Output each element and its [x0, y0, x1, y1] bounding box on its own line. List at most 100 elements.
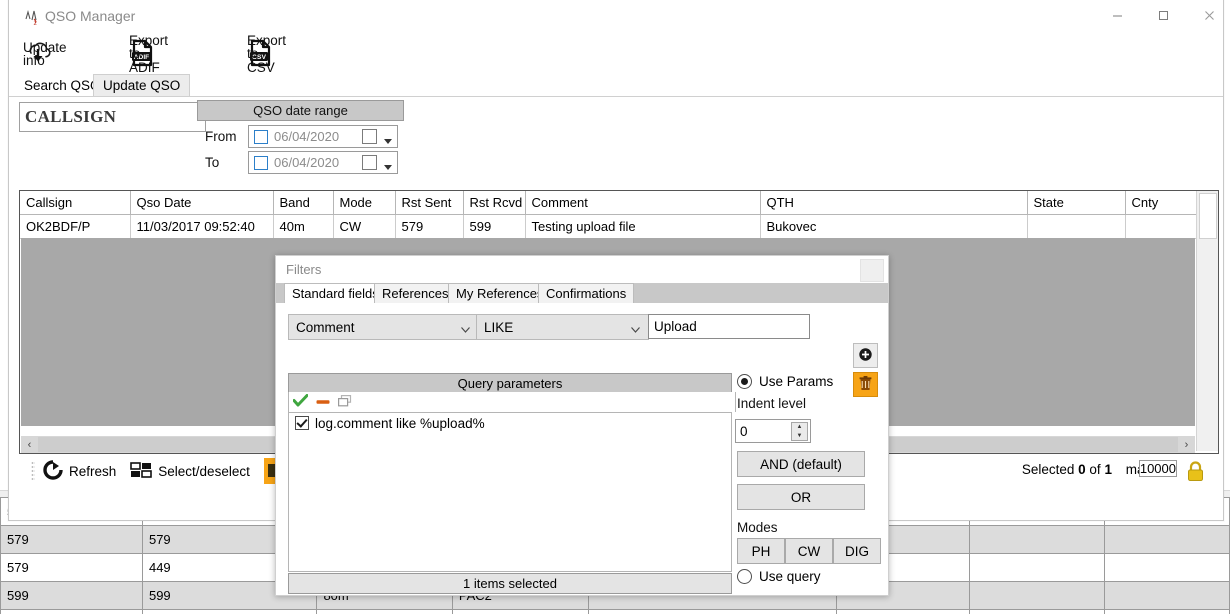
chevron-down-icon[interactable] — [384, 159, 392, 174]
mode-dig-button[interactable]: DIG — [833, 538, 881, 564]
tab-update-qso[interactable]: Update QSO — [93, 74, 191, 96]
duplicate-icon[interactable] — [338, 394, 352, 410]
query-parameters-header: Query parameters — [288, 373, 732, 393]
from-date-picker[interactable]: 06/04/2020 — [248, 125, 398, 148]
table-cell: CW — [333, 214, 396, 239]
screen: 57959920mCW57957920mCW57944920mCW5995998… — [0, 0, 1230, 614]
selected-prefix: Selected — [1021, 462, 1075, 477]
filter-value-input[interactable]: Upload — [648, 314, 810, 339]
table-cell: 599 — [463, 214, 526, 239]
scroll-left-arrow[interactable]: ‹ — [21, 439, 38, 451]
tab-standard-fields[interactable]: Standard fields — [284, 283, 387, 303]
stepper-down-icon[interactable]: ▼ — [792, 432, 807, 441]
stepper-up-icon[interactable]: ▲ — [792, 423, 807, 432]
tab-references-label: References — [382, 286, 449, 301]
or-button[interactable]: OR — [737, 484, 865, 510]
to-date-picker[interactable]: 06/04/2020 — [248, 151, 398, 174]
tab-strip: Search QSO Update QSO — [9, 74, 1223, 97]
mode-cw-button[interactable]: CW — [785, 538, 833, 564]
column-header-qth[interactable]: QTH — [760, 191, 1028, 215]
use-params-radio-button[interactable] — [737, 374, 752, 389]
export-csv-button[interactable]: CSV Export to CSV — [247, 34, 286, 74]
table-cell — [1104, 553, 1230, 582]
column-header-callsign[interactable]: Callsign — [20, 191, 131, 215]
title-bar: 2 QSO Manager — [9, 0, 1223, 33]
column-header-band[interactable]: Band — [273, 191, 334, 215]
window-title: QSO Manager — [45, 8, 136, 24]
table-cell: 599 — [141, 609, 318, 614]
lock-icon[interactable] — [1186, 461, 1205, 485]
refresh-button[interactable]: Refresh — [43, 459, 116, 483]
scroll-right-arrow[interactable]: › — [1178, 439, 1195, 451]
operator-select[interactable]: LIKE — [476, 314, 649, 340]
table-row[interactable]: OK2BDF/P 11/03/2017 09:52:40 40m CW 579 599 Te… — [20, 214, 1217, 239]
qso-table-header-row: Callsign Qso Date Band Mode Rst Sent Rst Rcvd… — [20, 191, 1217, 215]
indent-level-stepper[interactable]: 0 ▲ ▼ — [735, 419, 811, 443]
use-query-radio-button[interactable] — [737, 569, 752, 584]
column-header-rst-sent[interactable]: Rst Sent — [395, 191, 464, 215]
from-date-checkbox[interactable] — [254, 129, 268, 144]
table-cell: 599 — [0, 581, 143, 610]
indent-level-value: 0 — [740, 423, 748, 439]
table-cell: Testing upload file — [525, 214, 761, 239]
table-cell: 297 — [835, 609, 970, 614]
column-header-state[interactable]: State — [1027, 191, 1126, 215]
use-params-radio[interactable]: Use Params — [737, 374, 833, 389]
column-header-qso-date[interactable]: Qso Date — [130, 191, 274, 215]
minus-icon[interactable] — [316, 395, 330, 410]
column-header-comment[interactable]: Comment — [525, 191, 761, 215]
chevron-down-icon[interactable] — [384, 133, 392, 148]
add-filter-button[interactable] — [853, 343, 878, 368]
grid-vertical-scrollbar[interactable] — [1196, 191, 1218, 451]
to-date-value: 06/04/2020 — [274, 155, 340, 170]
update-info-button[interactable]: Update info — [23, 35, 67, 73]
column-header-mode[interactable]: Mode — [333, 191, 396, 215]
refresh-icon — [43, 459, 63, 483]
filters-dialog-close-button[interactable] — [860, 259, 884, 282]
close-button[interactable] — [1186, 0, 1230, 31]
table-cell: 40m — [273, 214, 334, 239]
export-csv-label: Export to CSV — [247, 32, 287, 75]
tab-confirmations[interactable]: Confirmations — [538, 283, 635, 303]
tab-references[interactable]: References — [374, 283, 457, 303]
query-parameter-row[interactable]: log.comment like %upload% — [289, 413, 731, 433]
add-circle-icon — [858, 347, 873, 365]
table-cell — [1104, 581, 1230, 610]
use-query-label: Use query — [759, 569, 821, 584]
table-cell: 579 — [0, 525, 143, 554]
export-adif-button[interactable]: ADIF Export to ADIF — [129, 34, 168, 74]
callsign-input[interactable]: CALLSIGN — [19, 102, 206, 132]
indent-stepper-buttons[interactable]: ▲ ▼ — [791, 422, 808, 441]
use-query-radio[interactable]: Use query — [737, 569, 821, 584]
field-select[interactable]: Comment — [288, 314, 479, 340]
mode-ph-button[interactable]: PH — [737, 538, 785, 564]
filters-dialog-title: Filters — [286, 262, 322, 277]
to-label: To — [205, 155, 220, 170]
table-cell: 6853 — [968, 609, 1106, 614]
max-rows-input[interactable]: 10000 — [1138, 460, 1177, 477]
qso-table: Callsign Qso Date Band Mode Rst Sent Rst Rcvd… — [20, 191, 1217, 239]
table-cell — [968, 553, 1106, 582]
minimize-button[interactable] — [1094, 0, 1140, 31]
table-cell — [968, 581, 1106, 610]
and-button[interactable]: AND (default) — [737, 451, 865, 477]
table-cell — [1027, 214, 1126, 239]
maximize-button[interactable] — [1140, 0, 1186, 31]
query-parameters-list[interactable]: log.comment like %upload% — [288, 412, 732, 572]
toolbar-grip[interactable] — [31, 461, 35, 481]
tab-search-qso-label: Search QSO — [24, 78, 101, 93]
column-header-rst-rcvd[interactable]: Rst Rcvd — [463, 191, 526, 215]
table-cell: Bukovec — [760, 214, 1028, 239]
max-rows-field[interactable]: 10000 — [1138, 459, 1177, 479]
to-date-checkbox[interactable] — [254, 155, 268, 170]
table-row[interactable]: 59959980mCWHans HB9UH2976853s — [0, 609, 1230, 614]
calendar-icon — [362, 155, 377, 170]
select-deselect-button[interactable]: Select/deselect — [130, 461, 250, 481]
tab-my-references[interactable]: My References — [448, 283, 552, 303]
total-count: 1 — [1104, 462, 1112, 477]
grid-vertical-scroll-thumb[interactable] — [1199, 193, 1217, 239]
query-parameter-checkbox[interactable] — [295, 416, 309, 430]
delete-filter-button[interactable] — [853, 372, 878, 397]
check-icon[interactable] — [292, 394, 309, 410]
query-parameter-text: log.comment like %upload% — [315, 415, 485, 431]
